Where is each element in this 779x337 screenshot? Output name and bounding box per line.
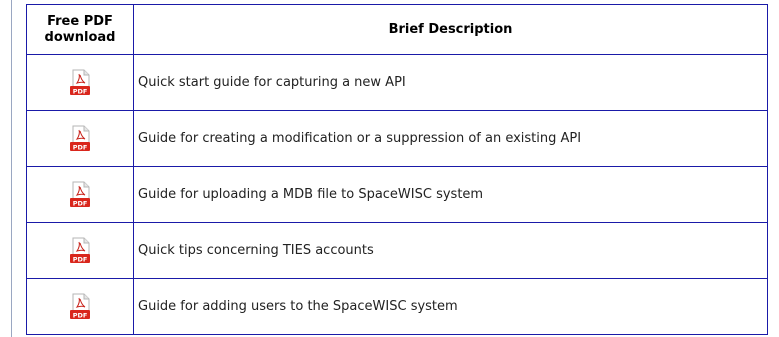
pdf-icon[interactable]: PDF bbox=[68, 181, 92, 209]
header-brief-description: Brief Description bbox=[133, 4, 768, 55]
pdf-icon-label: PDF bbox=[73, 255, 88, 263]
pdf-download-link[interactable]: PDF bbox=[68, 181, 92, 207]
pdf-icon-label: PDF bbox=[73, 199, 88, 207]
pdf-icon[interactable]: PDF bbox=[68, 69, 92, 97]
table-row: PDF Quick start guide for capturing a new… bbox=[26, 54, 768, 111]
page-left-rule bbox=[11, 0, 12, 337]
table-row: PDF Guide for adding users to the SpaceWI… bbox=[26, 278, 768, 335]
pdf-download-link[interactable]: PDF bbox=[68, 69, 92, 95]
description-cell: Guide for adding users to the SpaceWISC … bbox=[133, 278, 768, 335]
table-row: PDF Quick tips concerning TIES accounts bbox=[26, 222, 768, 279]
pdf-icon[interactable]: PDF bbox=[68, 125, 92, 153]
description-cell: Guide for uploading a MDB file to SpaceW… bbox=[133, 166, 768, 223]
pdf-download-cell: PDF bbox=[26, 54, 134, 111]
description-cell: Quick tips concerning TIES accounts bbox=[133, 222, 768, 279]
pdf-download-link[interactable]: PDF bbox=[68, 125, 92, 151]
pdf-icon-label: PDF bbox=[73, 143, 88, 151]
header-free-pdf-download: Free PDF download bbox=[26, 4, 134, 55]
pdf-icon[interactable]: PDF bbox=[68, 293, 92, 321]
pdf-icon[interactable]: PDF bbox=[68, 237, 92, 265]
table-row: PDF Guide for creating a modification or … bbox=[26, 110, 768, 167]
pdf-icon-label: PDF bbox=[73, 311, 88, 319]
table-header-row: Free PDF download Brief Description bbox=[26, 4, 768, 55]
pdf-download-cell: PDF bbox=[26, 222, 134, 279]
downloads-table: Free PDF download Brief Description PDF Q… bbox=[26, 4, 768, 335]
pdf-download-link[interactable]: PDF bbox=[68, 237, 92, 263]
pdf-download-cell: PDF bbox=[26, 110, 134, 167]
pdf-icon-label: PDF bbox=[73, 87, 88, 95]
pdf-download-cell: PDF bbox=[26, 166, 134, 223]
description-cell: Quick start guide for capturing a new AP… bbox=[133, 54, 768, 111]
pdf-download-link[interactable]: PDF bbox=[68, 293, 92, 319]
pdf-download-cell: PDF bbox=[26, 278, 134, 335]
description-cell: Guide for creating a modification or a s… bbox=[133, 110, 768, 167]
table-row: PDF Guide for uploading a MDB file to Spa… bbox=[26, 166, 768, 223]
